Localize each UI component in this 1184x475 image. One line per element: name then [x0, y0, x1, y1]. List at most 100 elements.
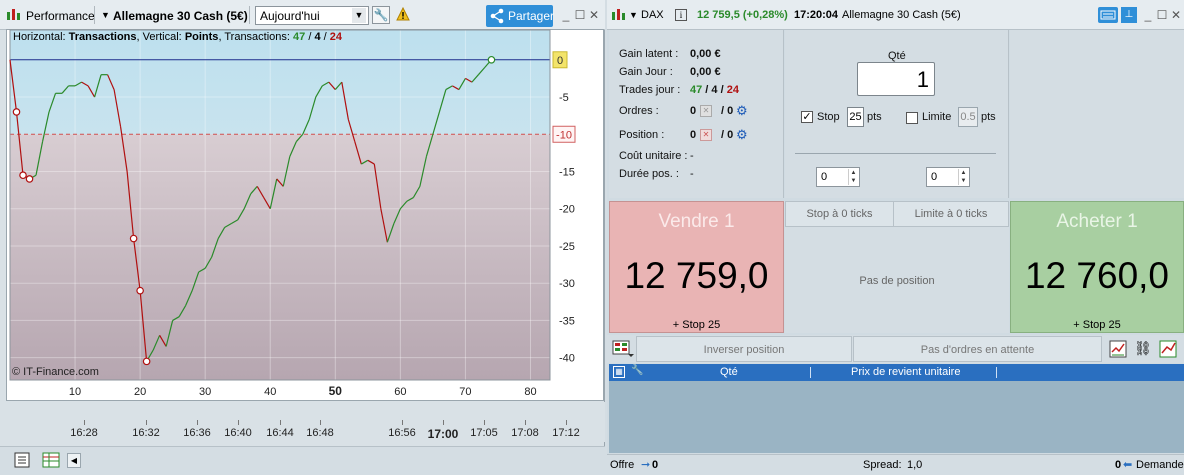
v-value: Points — [184, 31, 219, 43]
stop-checkbox[interactable]: ✓ — [801, 111, 813, 123]
symbol-dropdown-icon[interactable]: ▼ — [629, 10, 638, 20]
pending-orders-button[interactable]: Pas d'ordres en attente — [853, 336, 1102, 362]
data-point-marker — [19, 171, 27, 180]
info-icon[interactable]: i — [675, 9, 687, 21]
limit-input[interactable]: 0.5 — [958, 107, 978, 127]
cancel-orders-icon[interactable]: ✕ — [700, 105, 712, 117]
limit-unit: pts — [981, 111, 996, 123]
gain-jour-value: 0,00 € — [690, 66, 721, 78]
close-position-icon[interactable]: ✕ — [700, 129, 712, 141]
time-tick-mark — [238, 420, 239, 425]
list-icon[interactable] — [14, 452, 30, 471]
time-tick-label: 16:40 — [224, 427, 252, 439]
buy-button[interactable]: Acheter 1 12 760,0 + Stop 25 — [1010, 201, 1184, 333]
spread-value: 1,0 — [907, 459, 923, 471]
time-tick-label: 17:00 — [427, 427, 459, 441]
settings-chain-icon[interactable]: ⛓ — [1134, 340, 1152, 357]
spinner-arrows-icon[interactable]: ▲ ▼ — [958, 169, 968, 185]
chart-check-icon[interactable] — [1109, 340, 1127, 361]
reverse-position-button[interactable]: Inverser position — [636, 336, 852, 362]
dax-chart-icon[interactable] — [611, 8, 627, 25]
trades-total: 47 — [690, 84, 703, 96]
time-tick-mark — [146, 420, 147, 425]
y-tick-label: -25 — [559, 241, 575, 253]
duree-label: Durée pos. : — [619, 168, 679, 180]
symbol-label[interactable]: DAX — [641, 9, 664, 21]
gear-icon[interactable]: ⚙ — [736, 103, 748, 119]
divider — [795, 153, 996, 154]
qty-input[interactable]: 1 — [857, 62, 935, 96]
stop-unit: pts — [867, 111, 882, 123]
offre-label: Offre — [610, 459, 635, 471]
data-point-marker — [142, 357, 151, 366]
t-prefix: , Transactions: — [218, 31, 290, 43]
x-tick-label: 60 — [394, 386, 406, 398]
demande-label: Demande — [1136, 459, 1184, 471]
chart-info: Horizontal: Transactions, Vertical: Poin… — [13, 31, 342, 43]
stop-value: 25 — [849, 111, 862, 123]
arrow-left-icon: ⬅ — [1123, 459, 1133, 471]
time-tick-mark — [566, 420, 567, 425]
t-total: 47 — [293, 31, 306, 43]
pin-icon[interactable]: ⊥ — [1121, 7, 1137, 23]
layout-icon[interactable] — [612, 340, 634, 361]
time-label: 17:20:04 — [794, 9, 839, 21]
col-divider — [810, 367, 811, 378]
stop-ticks-button[interactable]: Stop à 0 ticks — [785, 201, 894, 227]
ordres-label: Ordres : — [619, 105, 659, 117]
bottom-toolbar: ◀ — [0, 446, 605, 475]
grid-icon[interactable] — [42, 452, 60, 471]
positions-table-header: ▦ 🔧 Qté Prix de revient unitaire — [609, 364, 1184, 381]
time-tick-label: 16:56 — [388, 427, 416, 439]
trades-values: 47 / 4 / 24 — [690, 84, 739, 96]
limit-offset-stepper[interactable]: 0 ▲ ▼ — [926, 167, 970, 187]
x-tick-label: 70 — [459, 386, 471, 398]
gear-icon[interactable]: ⚙ — [736, 127, 748, 143]
limit-checkbox[interactable] — [906, 112, 918, 124]
maximize-icon[interactable]: ☐ — [1155, 8, 1169, 22]
data-point-marker — [129, 234, 138, 243]
limit-label: Limite — [922, 111, 952, 123]
time-axis: 16:28 16:32 16:36 16:40 16:44 16:48 16:56 17:00… — [0, 402, 605, 442]
performance-chart[interactable]: 10 20 30 40 50 60 70 80 -5 -15 -20 -25 -30 -35 -40 0 -10 — [0, 0, 605, 410]
threshold-marker-label: -10 — [556, 129, 572, 141]
gain-latent-value: 0,00 € — [690, 48, 721, 60]
spinner-arrows-icon[interactable]: ▲ ▼ — [848, 169, 858, 185]
slash: / — [717, 84, 727, 96]
x-tick-label: 30 — [199, 386, 211, 398]
time-tick-mark — [320, 420, 321, 425]
instrument-name: Allemagne 30 Cash (5€) — [842, 9, 961, 21]
stop-input[interactable]: 25 — [847, 107, 864, 127]
keyboard-icon[interactable] — [1098, 7, 1118, 23]
stop-offset-stepper[interactable]: 0 ▲ ▼ — [816, 167, 860, 187]
qty-label: Qté — [888, 50, 906, 62]
time-tick-label: 17:05 — [470, 427, 498, 439]
time-tick-label: 16:36 — [183, 427, 211, 439]
table-menu-icon[interactable]: ▦ — [613, 366, 625, 378]
minimize-icon[interactable]: _ — [1141, 8, 1155, 22]
col-qty[interactable]: Qté — [720, 366, 738, 378]
plot-area-above — [10, 30, 550, 135]
watermark: © IT-Finance.com — [12, 366, 99, 378]
time-tick-label: 17:12 — [552, 427, 580, 439]
close-icon[interactable]: ✕ — [1169, 8, 1183, 22]
export-icon[interactable] — [1159, 340, 1177, 361]
limit-ticks-button[interactable]: Limite à 0 ticks — [893, 201, 1009, 227]
y-tick-label: -40 — [559, 353, 575, 365]
duree-value: - — [690, 168, 694, 180]
position-label: Position : — [619, 129, 665, 141]
sell-button[interactable]: Vendre 1 12 759,0 + Stop 25 — [609, 201, 784, 333]
table-wrench-icon[interactable]: 🔧 — [631, 365, 643, 376]
col-price[interactable]: Prix de revient unitaire — [851, 366, 960, 378]
y-tick-label: -35 — [559, 315, 575, 327]
time-tick-label: 17:08 — [511, 427, 539, 439]
t-loss: 24 — [329, 31, 343, 43]
order-settings: Qté 1 ✓ Stop 25 pts Limite 0.5 pts 0 ▲ ▼ 0… — [785, 30, 1009, 198]
limit-ticks-label: Limite à 0 ticks — [914, 208, 988, 220]
demande-value: 0 — [1115, 459, 1122, 471]
col-divider — [996, 367, 997, 378]
scroll-left-icon[interactable]: ◀ — [67, 453, 81, 468]
cout-value: - — [690, 150, 694, 162]
data-point-marker — [25, 175, 34, 183]
spin-right-value: 0 — [931, 171, 938, 183]
